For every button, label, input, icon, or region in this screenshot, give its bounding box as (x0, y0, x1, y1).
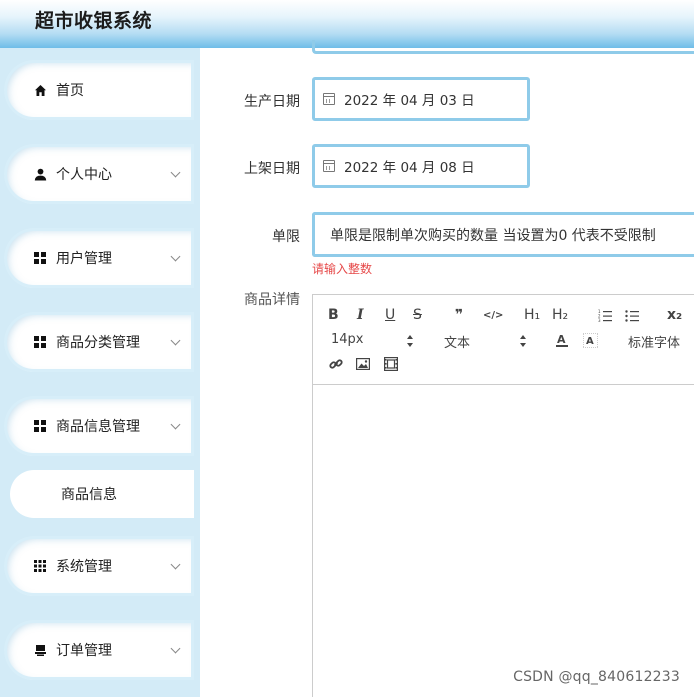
editor-toolbar: B I U S ❞ </> H₁ H₂ 123 x₂ 14px 文本 A A 标… (313, 295, 694, 385)
app-title: 超市收银系统 (35, 10, 153, 32)
production-date-input[interactable]: 2022 年 04 月 03 日 (312, 77, 530, 121)
quote-button[interactable]: ❞ (455, 305, 463, 325)
code-button[interactable]: </> (483, 305, 503, 325)
order-icon (33, 643, 47, 657)
sidebar-item-label: 个人中心 (56, 167, 112, 183)
production-date-label: 生产日期 (244, 94, 300, 110)
limit-input[interactable]: 单限是限制单次购买的数量 当设置为0 代表不受限制 (312, 212, 694, 257)
chevron-down-icon (170, 167, 181, 177)
chevron-down-icon (170, 643, 181, 653)
svg-text:A: A (557, 333, 566, 346)
sidebar-item-system-management[interactable]: 系统管理 (4, 536, 194, 596)
sidebar-item-label: 商品信息管理 (56, 419, 140, 435)
limit-label: 单限 (272, 229, 300, 245)
sidebar-item-label: 系统管理 (56, 559, 112, 575)
apps-icon (33, 559, 47, 573)
heading1-button[interactable]: H₁ (524, 305, 540, 325)
editor-content-area[interactable] (313, 386, 694, 697)
font-size-select[interactable]: 14px (331, 332, 364, 347)
sidebar-item-label: 首页 (56, 83, 84, 99)
sidebar-item-product-management[interactable]: 商品信息管理 (4, 396, 194, 456)
limit-input-value: 单限是限制单次购买的数量 当设置为0 代表不受限制 (330, 227, 656, 244)
link-icon[interactable] (329, 354, 343, 374)
italic-button[interactable]: I (357, 305, 364, 325)
chevron-down-icon (170, 419, 181, 429)
sidebar-item-profile[interactable]: 个人中心 (4, 144, 194, 204)
underline-button[interactable]: U (385, 305, 395, 325)
calendar-icon (323, 160, 335, 172)
svg-text:3: 3 (598, 318, 601, 322)
sidebar-item-home[interactable]: 首页 (4, 60, 194, 120)
watermark-text: CSDN @qq_840612233 (513, 669, 680, 685)
sidebar: 首页 个人中心 用户管理 商品分类管理 商品信息管理 商品信息 系统管理 订单管… (0, 48, 200, 697)
video-icon[interactable] (384, 354, 398, 374)
user-icon (33, 167, 47, 181)
bold-button[interactable]: B (328, 305, 339, 325)
sidebar-item-label: 订单管理 (56, 643, 112, 659)
sidebar-subitem-product-info[interactable]: 商品信息 (10, 470, 194, 518)
image-icon[interactable] (356, 354, 370, 374)
details-label: 商品详情 (244, 292, 300, 308)
home-icon (33, 83, 47, 97)
chevron-down-icon (170, 335, 181, 345)
font-size-updown-icon[interactable] (407, 335, 413, 347)
sidebar-item-user-management[interactable]: 用户管理 (4, 228, 194, 288)
sidebar-item-label: 商品信息 (61, 487, 117, 503)
rich-text-editor: B I U S ❞ </> H₁ H₂ 123 x₂ 14px 文本 A A 标… (312, 294, 694, 697)
shelf-date-input[interactable]: 2022 年 04 月 08 日 (312, 144, 530, 188)
sidebar-item-order-management[interactable]: 订单管理 (4, 620, 194, 680)
grid-icon (33, 251, 47, 265)
production-date-value: 2022 年 04 月 03 日 (344, 93, 475, 109)
calendar-icon (323, 93, 335, 105)
font-family-select[interactable]: 标准字体 (628, 332, 680, 351)
ordered-list-icon[interactable]: 123 (598, 305, 612, 325)
shelf-date-label: 上架日期 (244, 161, 300, 177)
block-type-select[interactable]: 文本 (444, 332, 470, 351)
previous-field-input[interactable] (312, 40, 694, 54)
bullet-list-icon[interactable] (625, 305, 639, 325)
limit-error-message: 请输入整数 (312, 262, 373, 276)
font-color-icon[interactable]: A (555, 330, 569, 350)
chevron-down-icon (170, 559, 181, 569)
chevron-down-icon (170, 251, 181, 261)
sidebar-item-label: 商品分类管理 (56, 335, 140, 351)
strikethrough-button[interactable]: S (413, 305, 422, 325)
block-type-updown-icon[interactable] (520, 335, 526, 347)
shelf-date-value: 2022 年 04 月 08 日 (344, 160, 475, 176)
subscript-button[interactable]: x₂ (667, 305, 682, 325)
grid-icon (33, 335, 47, 349)
grid-icon (33, 419, 47, 433)
svg-text:A: A (586, 336, 594, 347)
background-color-icon[interactable]: A (583, 330, 598, 350)
sidebar-item-category-management[interactable]: 商品分类管理 (4, 312, 194, 372)
sidebar-item-label: 用户管理 (56, 251, 112, 267)
heading2-button[interactable]: H₂ (552, 305, 568, 325)
